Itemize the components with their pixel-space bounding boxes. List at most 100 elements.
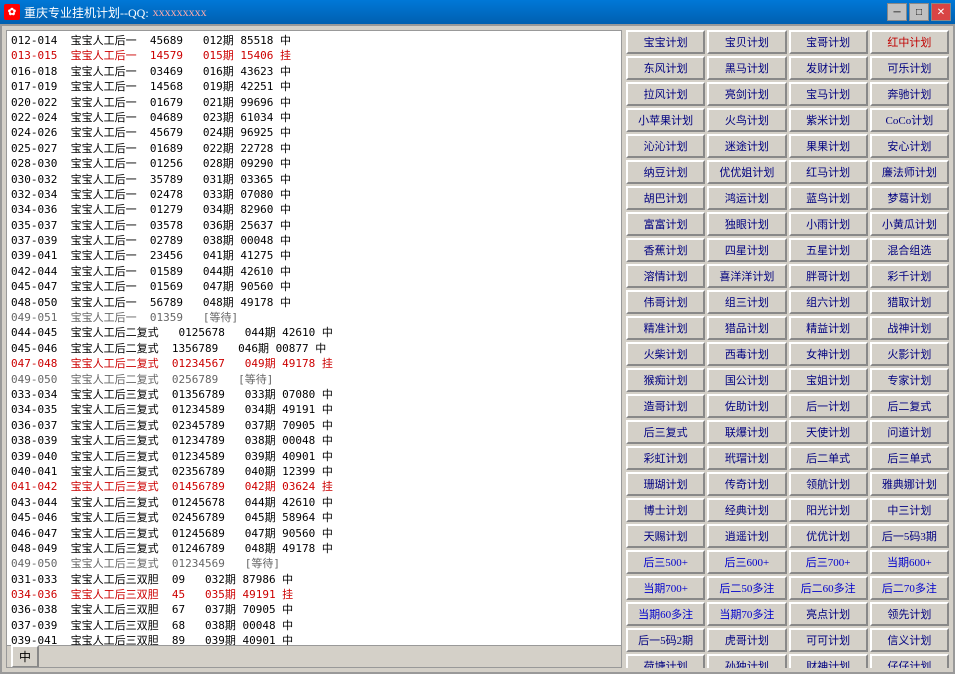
plan-item[interactable]: 后二复式 <box>870 394 949 418</box>
plan-item[interactable]: 亮剑计划 <box>707 82 786 106</box>
plan-item[interactable]: 梦葛计划 <box>870 186 949 210</box>
plan-item[interactable]: 当期600+ <box>870 550 949 574</box>
plan-item[interactable]: 后一计划 <box>789 394 868 418</box>
plan-item[interactable]: 领先计划 <box>870 602 949 626</box>
plan-item[interactable]: 红中计划 <box>870 30 949 54</box>
plan-item[interactable]: 天使计划 <box>789 420 868 444</box>
plan-item[interactable]: 东风计划 <box>626 56 705 80</box>
plan-item[interactable]: 发财计划 <box>789 56 868 80</box>
plan-item[interactable]: 中三计划 <box>870 498 949 522</box>
plan-item[interactable]: 后三500+ <box>626 550 705 574</box>
plan-item[interactable]: 领航计划 <box>789 472 868 496</box>
plan-item[interactable]: 后二50多注 <box>707 576 786 600</box>
plan-item[interactable]: 后三复式 <box>626 420 705 444</box>
plan-item[interactable]: 财神计划 <box>789 654 868 668</box>
plan-item[interactable]: 廉法师计划 <box>870 160 949 184</box>
plan-item[interactable]: 奔驰计划 <box>870 82 949 106</box>
plan-item[interactable]: 蓝鸟计划 <box>789 186 868 210</box>
plan-item[interactable]: 四星计划 <box>707 238 786 262</box>
plan-item[interactable]: 红马计划 <box>789 160 868 184</box>
plan-item[interactable]: 组六计划 <box>789 290 868 314</box>
plan-item[interactable]: 火影计划 <box>870 342 949 366</box>
plan-text-area[interactable]: 012-014 宝宝人工后一 45689 012期 85518 中013-015… <box>7 31 621 645</box>
plan-item[interactable]: 传奇计划 <box>707 472 786 496</box>
plan-item[interactable]: 博士计划 <box>626 498 705 522</box>
plan-item[interactable]: 联爆计划 <box>707 420 786 444</box>
plan-item[interactable]: 当期70多注 <box>707 602 786 626</box>
plan-item[interactable]: 鸿运计划 <box>707 186 786 210</box>
close-button[interactable]: ✕ <box>931 3 951 21</box>
plan-item[interactable]: 独眼计划 <box>707 212 786 236</box>
plan-item[interactable]: 五星计划 <box>789 238 868 262</box>
plan-item[interactable]: 宝贝计划 <box>707 30 786 54</box>
plan-item[interactable]: 后三600+ <box>707 550 786 574</box>
plan-item[interactable]: 问道计划 <box>870 420 949 444</box>
plan-item[interactable]: 当期700+ <box>626 576 705 600</box>
plan-item[interactable]: 纳豆计划 <box>626 160 705 184</box>
plan-item[interactable]: 后一5码2期 <box>626 628 705 652</box>
plan-item[interactable]: 西毒计划 <box>707 342 786 366</box>
plan-item[interactable]: 富富计划 <box>626 212 705 236</box>
plan-item[interactable]: 亮点计划 <box>789 602 868 626</box>
plan-item[interactable]: 优优计划 <box>789 524 868 548</box>
plan-item[interactable]: 经典计划 <box>707 498 786 522</box>
maximize-button[interactable]: □ <box>909 3 929 21</box>
plan-item[interactable]: 拉风计划 <box>626 82 705 106</box>
plan-item[interactable]: 胖哥计划 <box>789 264 868 288</box>
plan-item[interactable]: 果果计划 <box>789 134 868 158</box>
plan-item[interactable]: 造哥计划 <box>626 394 705 418</box>
plan-item[interactable]: 宝哥计划 <box>789 30 868 54</box>
plan-item[interactable]: 后二单式 <box>789 446 868 470</box>
plan-item[interactable]: 彩千计划 <box>870 264 949 288</box>
status-button[interactable]: 中 <box>11 645 39 668</box>
plan-item[interactable]: 黑马计划 <box>707 56 786 80</box>
minimize-button[interactable]: ─ <box>887 3 907 21</box>
plan-item[interactable]: 猴痴计划 <box>626 368 705 392</box>
plan-item[interactable]: 彩虹计划 <box>626 446 705 470</box>
plan-item[interactable]: 战神计划 <box>870 316 949 340</box>
plan-item[interactable]: 安心计划 <box>870 134 949 158</box>
plan-item[interactable]: 沁沁计划 <box>626 134 705 158</box>
plan-item[interactable]: 小苹果计划 <box>626 108 705 132</box>
plan-item[interactable]: 后三700+ <box>789 550 868 574</box>
plan-item[interactable]: 小雨计划 <box>789 212 868 236</box>
plan-item[interactable]: 可可计划 <box>789 628 868 652</box>
plan-item[interactable]: 天赐计划 <box>626 524 705 548</box>
plan-item[interactable]: 猎取计划 <box>870 290 949 314</box>
plan-item[interactable]: 精准计划 <box>626 316 705 340</box>
plan-item[interactable]: 迷途计划 <box>707 134 786 158</box>
plan-item[interactable]: 香蕉计划 <box>626 238 705 262</box>
plan-item[interactable]: 喜洋洋计划 <box>707 264 786 288</box>
plan-item[interactable]: 宝姐计划 <box>789 368 868 392</box>
plan-item[interactable]: 国公计划 <box>707 368 786 392</box>
plan-item[interactable]: 阳光计划 <box>789 498 868 522</box>
plan-item[interactable]: 荷塘计划 <box>626 654 705 668</box>
plan-item[interactable]: 逍遥计划 <box>707 524 786 548</box>
plan-item[interactable]: 后二60多注 <box>789 576 868 600</box>
plan-item[interactable]: 精益计划 <box>789 316 868 340</box>
plan-item[interactable]: 孙独计划 <box>707 654 786 668</box>
plan-item[interactable]: CoCo计划 <box>870 108 949 132</box>
plan-item[interactable]: 佐助计划 <box>707 394 786 418</box>
plan-item[interactable]: 小黄瓜计划 <box>870 212 949 236</box>
plan-item[interactable]: 虎哥计划 <box>707 628 786 652</box>
plan-item[interactable]: 紫米计划 <box>789 108 868 132</box>
plan-item[interactable]: 雅典娜计划 <box>870 472 949 496</box>
plan-item[interactable]: 当期60多注 <box>626 602 705 626</box>
plan-item[interactable]: 混合组选 <box>870 238 949 262</box>
plan-item[interactable]: 胡巴计划 <box>626 186 705 210</box>
plan-item[interactable]: 珊瑚计划 <box>626 472 705 496</box>
plan-item[interactable]: 宝宝计划 <box>626 30 705 54</box>
plan-item[interactable]: 信义计划 <box>870 628 949 652</box>
plan-item[interactable]: 溶情计划 <box>626 264 705 288</box>
plan-item[interactable]: 火柴计划 <box>626 342 705 366</box>
plan-item[interactable]: 猎品计划 <box>707 316 786 340</box>
plan-item[interactable]: 玳瑁计划 <box>707 446 786 470</box>
plan-item[interactable]: 专家计划 <box>870 368 949 392</box>
plan-item[interactable]: 仔仔计划 <box>870 654 949 668</box>
plan-item[interactable]: 组三计划 <box>707 290 786 314</box>
plan-item[interactable]: 后一5码3期 <box>870 524 949 548</box>
plan-item[interactable]: 火鸟计划 <box>707 108 786 132</box>
plan-item[interactable]: 后二70多注 <box>870 576 949 600</box>
plan-item[interactable]: 优优姐计划 <box>707 160 786 184</box>
